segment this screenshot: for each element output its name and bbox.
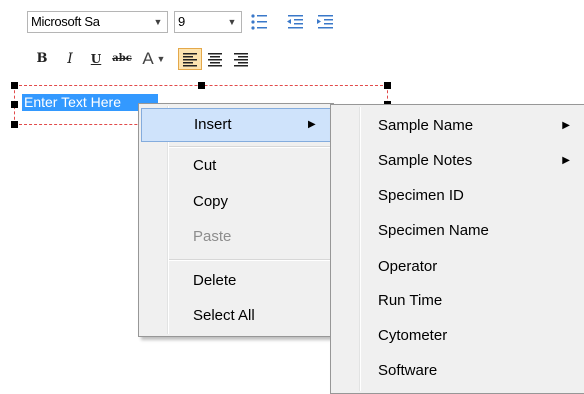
resize-handle-bottom-left[interactable] xyxy=(11,121,18,128)
submenu-item-label: Operator xyxy=(378,258,438,275)
menu-item-label: Delete xyxy=(193,272,237,289)
submenu-item-sample-name[interactable]: Sample Name ▶ xyxy=(333,109,584,143)
align-center-button[interactable] xyxy=(204,48,228,70)
bold-button[interactable]: B xyxy=(30,48,54,70)
menu-separator xyxy=(169,259,330,261)
align-center-icon xyxy=(208,53,222,67)
resize-handle-top-left[interactable] xyxy=(11,82,18,89)
submenu-item-label: Sample Name xyxy=(378,117,474,134)
submenu-item-sample-notes[interactable]: Sample Notes ▶ xyxy=(333,144,584,178)
submenu-item-specimen-id[interactable]: Specimen ID xyxy=(333,179,584,213)
resize-handle-top-center[interactable] xyxy=(198,82,205,89)
submenu-item-label: Specimen ID xyxy=(378,187,464,204)
bullet-list-icon[interactable] xyxy=(248,11,270,33)
menu-item-label: Select All xyxy=(193,307,255,324)
strikethrough-button[interactable]: abc xyxy=(110,48,134,70)
font-size-value: 9 xyxy=(178,14,185,29)
menu-item-paste[interactable]: Paste xyxy=(141,220,331,254)
submenu-item-software[interactable]: Software xyxy=(333,354,584,388)
align-left-icon xyxy=(183,53,197,67)
menu-item-insert[interactable]: Insert ▶ xyxy=(141,108,331,142)
submenu-item-run-time[interactable]: Run Time xyxy=(333,284,584,318)
menu-item-label: Paste xyxy=(193,228,232,245)
resize-handle-middle-left[interactable] xyxy=(11,101,18,108)
underline-button[interactable]: U xyxy=(84,48,108,70)
menu-item-label: Cut xyxy=(193,157,217,174)
font-name-combo[interactable]: Microsoft Sa ▼ xyxy=(27,11,168,33)
menu-separator xyxy=(169,146,330,148)
chevron-down-icon[interactable]: ▼ xyxy=(149,12,167,32)
chevron-down-icon[interactable]: ▼ xyxy=(154,48,168,70)
menu-item-select-all[interactable]: Select All xyxy=(141,299,331,333)
align-right-icon xyxy=(234,53,248,67)
submenu-item-specimen-name[interactable]: Specimen Name xyxy=(333,214,584,248)
menu-item-label: Insert xyxy=(194,116,232,133)
submenu-arrow-icon: ▶ xyxy=(562,155,570,166)
align-right-button[interactable] xyxy=(230,48,254,70)
menu-item-label: Copy xyxy=(193,193,229,210)
resize-handle-top-right[interactable] xyxy=(384,82,391,89)
submenu-item-label: Cytometer xyxy=(378,327,448,344)
menu-item-cut[interactable]: Cut xyxy=(141,149,331,183)
font-size-combo[interactable]: 9 ▼ xyxy=(174,11,242,33)
font-name-value: Microsoft Sa xyxy=(31,14,100,29)
submenu-arrow-icon: ▶ xyxy=(562,120,570,131)
context-menu: Insert ▶ Cut Copy Paste Delete Select Al… xyxy=(138,103,334,337)
chevron-down-icon[interactable]: ▼ xyxy=(223,12,241,32)
align-left-button[interactable] xyxy=(178,48,202,70)
insert-submenu: Sample Name ▶ Sample Notes ▶ Specimen ID… xyxy=(330,104,584,394)
menu-item-delete[interactable]: Delete xyxy=(141,264,331,298)
submenu-item-label: Software xyxy=(378,362,438,379)
menu-item-copy[interactable]: Copy xyxy=(141,185,331,219)
submenu-item-cytometer[interactable]: Cytometer xyxy=(333,319,584,353)
increase-indent-icon[interactable] xyxy=(314,11,336,33)
submenu-item-label: Specimen Name xyxy=(378,222,489,239)
submenu-item-label: Sample Notes xyxy=(378,152,473,169)
decrease-indent-icon[interactable] xyxy=(284,11,306,33)
submenu-item-label: Run Time xyxy=(378,292,443,309)
submenu-arrow-icon: ▶ xyxy=(308,119,316,130)
italic-button[interactable]: I xyxy=(58,48,82,70)
submenu-item-operator[interactable]: Operator xyxy=(333,250,584,284)
